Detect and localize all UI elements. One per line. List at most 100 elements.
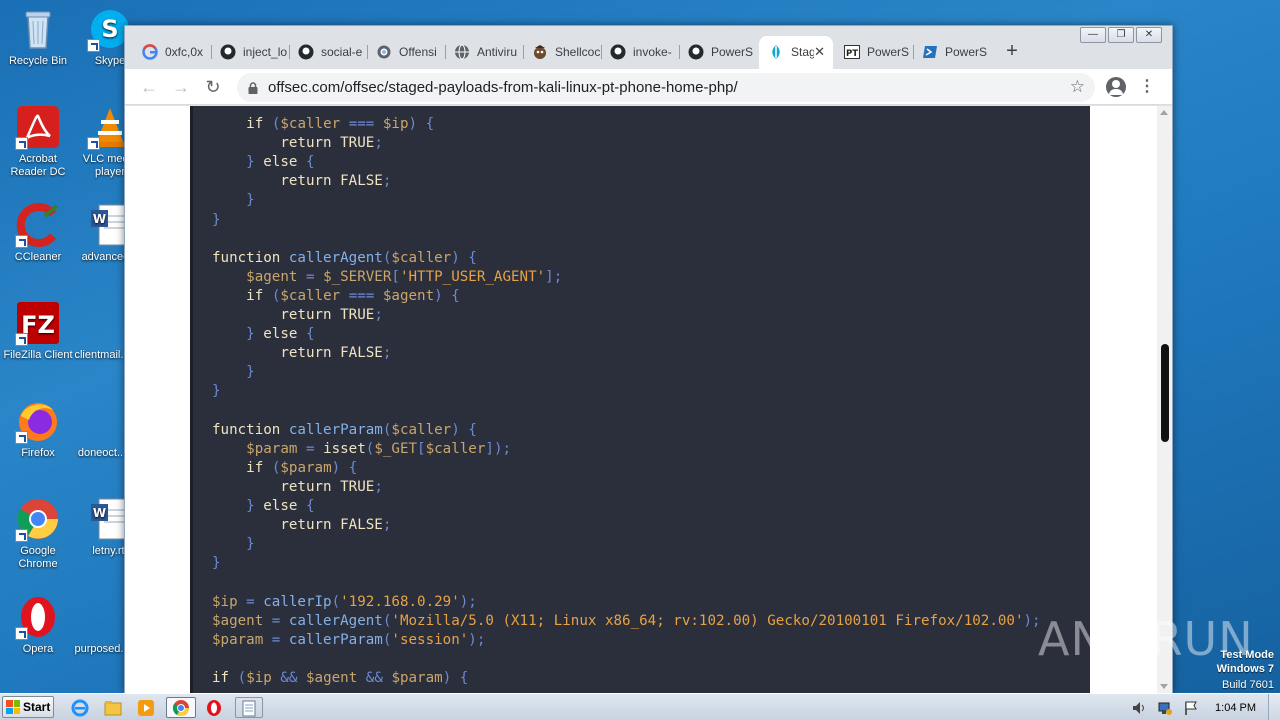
blank-file-icon <box>79 300 125 346</box>
tab-invoke[interactable]: invoke- <box>601 38 679 66</box>
desktop-icon-recycle-bin[interactable]: Recycle Bin <box>0 6 76 68</box>
github-icon <box>610 44 626 60</box>
code-line: function callerAgent($caller) { <box>212 249 477 266</box>
bookmark-star-icon[interactable]: ☆ <box>1070 77 1085 97</box>
network-icon[interactable] <box>1157 700 1173 716</box>
code-line: } <box>246 364 255 381</box>
taskbar-ie[interactable] <box>69 697 91 718</box>
code-line: } <box>212 383 221 400</box>
show-desktop-button[interactable] <box>1268 694 1280 720</box>
tab-title: PowerS <box>945 45 988 59</box>
code-line: } <box>246 536 255 553</box>
desktop-icon-ccleaner[interactable]: CCleaner <box>0 202 76 264</box>
desktop-icon-chrome[interactable]: Google Chrome <box>0 496 76 571</box>
desktop-icon-label: letny.rtf <box>92 545 128 557</box>
code-line: } <box>212 555 221 572</box>
tab-powershell-2[interactable]: PT PowerS <box>835 38 913 66</box>
svg-text:W: W <box>93 506 106 520</box>
chrome-icon <box>15 496 61 542</box>
address-bar[interactable]: offsec.com/offsec/staged-payloads-from-k… <box>237 73 1095 102</box>
close-tab-icon[interactable]: ✕ <box>814 44 825 60</box>
code-line: return TRUE; <box>280 135 383 152</box>
scroll-up-arrow-icon[interactable] <box>1160 110 1168 115</box>
shortcut-arrow-icon <box>15 333 28 346</box>
blank-file-icon <box>79 398 125 444</box>
scroll-down-arrow-icon[interactable] <box>1160 684 1168 689</box>
code-block: if ($caller === $ip) { return TRUE; } el… <box>190 106 1090 693</box>
powershell-icon <box>923 46 937 58</box>
ccleaner-icon <box>15 202 61 248</box>
action-center-flag-icon[interactable] <box>1183 700 1199 716</box>
tab-title: Offensi <box>399 45 437 59</box>
desktop-icon-acrobat[interactable]: Acrobat Reader DC <box>0 104 76 179</box>
back-button[interactable]: ← <box>137 75 161 99</box>
taskbar-explorer[interactable] <box>102 697 124 718</box>
opera-icon <box>207 699 221 716</box>
speaker-icon[interactable] <box>1131 700 1147 716</box>
shortcut-arrow-icon <box>87 39 100 52</box>
desktop-icon-label: Firefox <box>21 447 55 459</box>
code-line: $agent = callerAgent('Mozilla/5.0 (X11; … <box>212 612 1041 629</box>
recycle-bin-icon <box>15 6 61 52</box>
desktop-icon-label: Recycle Bin <box>8 55 68 67</box>
start-button[interactable]: Start <box>2 696 54 718</box>
svg-text:S: S <box>101 15 118 43</box>
github-icon <box>688 44 704 60</box>
build-number-label: Build 7601 <box>1222 679 1274 691</box>
scroll-thumb[interactable] <box>1161 344 1169 442</box>
shortcut-arrow-icon <box>15 431 28 444</box>
github-icon <box>298 44 314 60</box>
tab-offensive[interactable]: Offensi <box>367 38 445 66</box>
menu-kebab-icon[interactable]: ⋮ <box>1139 76 1155 96</box>
taskbar-notepad[interactable] <box>235 697 263 718</box>
tab-0xfc[interactable]: 0xfc,0x <box>133 38 211 66</box>
clock[interactable]: 1:04 PM <box>1215 702 1256 714</box>
code-line: return FALSE; <box>280 345 392 362</box>
blank-file-icon <box>79 594 125 640</box>
taskbar-opera[interactable] <box>203 697 225 718</box>
media-player-icon <box>138 699 154 716</box>
windows-logo-icon <box>6 700 20 714</box>
shellcode-icon <box>534 45 546 59</box>
tab-shellcode[interactable]: Shellcoc <box>523 38 601 66</box>
forward-button[interactable]: → <box>169 75 193 99</box>
code-line: return FALSE; <box>280 173 392 190</box>
tab-staged-active[interactable]: Stag ✕ <box>759 36 833 69</box>
code-line: } else { <box>246 326 315 343</box>
firefox-icon <box>15 398 61 444</box>
reload-button[interactable]: ↻ <box>201 75 225 99</box>
chrome-window: — ❐ ✕ 0xfc,0x inject_lo social-e Offensi… <box>124 25 1173 693</box>
tab-powershell-3[interactable]: PowerS <box>913 38 991 66</box>
vertical-scrollbar[interactable] <box>1157 106 1172 693</box>
desktop-icon-label: Acrobat Reader DC <box>10 153 66 178</box>
desktop-icon-label: doneoct... <box>77 447 127 459</box>
tab-social-e[interactable]: social-e <box>289 38 367 66</box>
tab-title: inject_lo <box>243 45 288 59</box>
code-line: return TRUE; <box>280 478 383 495</box>
code-line: $agent = $_SERVER['HTTP_USER_AGENT']; <box>246 268 563 285</box>
tab-antivirus[interactable]: Antiviru <box>445 38 523 66</box>
tab-inject[interactable]: inject_lo <box>211 38 289 66</box>
tab-title: invoke- <box>633 45 672 59</box>
arrow-left-icon: ← <box>140 77 158 97</box>
arrow-right-icon: → <box>172 77 190 97</box>
windows-version-label: Windows 7 <box>1216 663 1274 675</box>
taskbar-media-player[interactable] <box>135 697 157 718</box>
new-tab-button[interactable]: + <box>1000 40 1024 64</box>
opera-icon <box>15 594 61 640</box>
folder-icon <box>104 700 122 715</box>
google-icon <box>142 44 158 60</box>
taskbar-chrome[interactable] <box>166 697 196 718</box>
tab-title: Stag <box>791 44 815 59</box>
code-line: return FALSE; <box>280 517 392 534</box>
desktop-icon-label: Skype <box>94 55 126 67</box>
profile-avatar-icon[interactable] <box>1106 77 1126 97</box>
code-line: function callerParam($caller) { <box>212 421 477 438</box>
desktop-icon-label: Opera <box>22 643 54 655</box>
tab-title: PowerS <box>711 45 754 59</box>
svg-text:PT: PT <box>846 49 858 59</box>
desktop-icon-label: CCleaner <box>14 251 62 263</box>
desktop-icon-label: Google Chrome <box>18 545 58 570</box>
shortcut-arrow-icon <box>87 137 100 150</box>
tab-powershell-1[interactable]: PowerS <box>679 38 757 66</box>
